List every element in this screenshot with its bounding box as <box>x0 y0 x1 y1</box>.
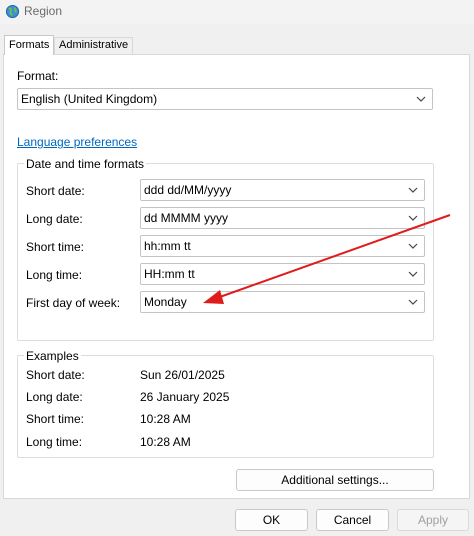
window-title: Region <box>24 4 63 18</box>
example-short-date-value: Sun 26/01/2025 <box>140 368 225 382</box>
tab-administrative[interactable]: Administrative <box>54 37 134 54</box>
short-date-dropdown[interactable]: ddd dd/MM/yyyy <box>140 179 425 201</box>
example-long-time-label: Long time: <box>26 435 83 449</box>
cancel-button[interactable]: Cancel <box>316 509 389 531</box>
date-time-formats-title: Date and time formats <box>24 157 147 171</box>
example-long-date-value: 26 January 2025 <box>140 390 230 404</box>
format-dropdown[interactable]: English (United Kingdom) <box>17 88 433 110</box>
example-short-date-label: Short date: <box>26 368 85 382</box>
chevron-down-icon <box>408 271 418 277</box>
title-bar: Region <box>0 0 474 24</box>
long-date-dropdown[interactable]: dd MMMM yyyy <box>140 207 425 229</box>
chevron-down-icon <box>408 215 418 221</box>
long-time-dropdown[interactable]: HH:mm tt <box>140 263 425 285</box>
short-date-label: Short date: <box>26 184 85 198</box>
additional-settings-button[interactable]: Additional settings... <box>236 469 434 491</box>
language-preferences-link[interactable]: Language preferences <box>17 135 137 149</box>
ok-button[interactable]: OK <box>235 509 308 531</box>
apply-button[interactable]: Apply <box>397 509 469 531</box>
format-label: Format: <box>17 69 59 83</box>
short-time-label: Short time: <box>26 240 85 254</box>
example-long-date-label: Long date: <box>26 390 83 404</box>
chevron-down-icon <box>408 243 418 249</box>
chevron-down-icon <box>416 96 426 102</box>
first-day-of-week-value: Monday <box>144 295 187 309</box>
examples-title: Examples <box>24 349 81 363</box>
chevron-down-icon <box>408 299 418 305</box>
short-time-value: hh:mm tt <box>144 239 191 253</box>
short-date-value: ddd dd/MM/yyyy <box>144 183 232 197</box>
long-date-label: Long date: <box>26 212 83 226</box>
long-time-value: HH:mm tt <box>144 267 195 281</box>
long-time-label: Long time: <box>26 268 83 282</box>
chevron-down-icon <box>408 187 418 193</box>
tab-formats[interactable]: Formats <box>4 35 55 55</box>
example-short-time-label: Short time: <box>26 412 85 426</box>
long-date-value: dd MMMM yyyy <box>144 211 228 225</box>
example-short-time-value: 10:28 AM <box>140 412 191 426</box>
short-time-dropdown[interactable]: hh:mm tt <box>140 235 425 257</box>
format-value: English (United Kingdom) <box>21 92 158 106</box>
globe-icon <box>5 4 20 19</box>
example-long-time-value: 10:28 AM <box>140 435 191 449</box>
first-day-of-week-dropdown[interactable]: Monday <box>140 291 425 313</box>
first-day-of-week-label: First day of week: <box>26 296 121 310</box>
